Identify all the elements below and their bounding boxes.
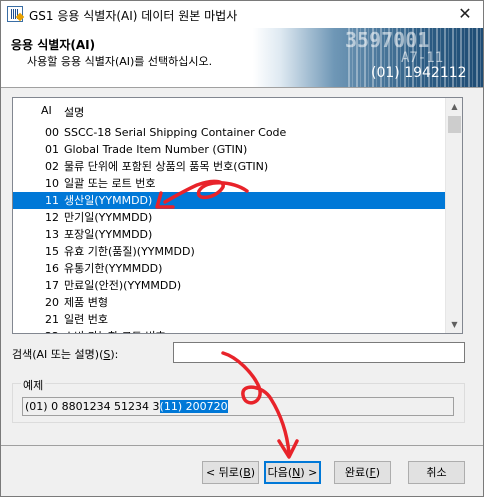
list-item-description: 물류 단위에 포함된 상품의 품목 번호(GTIN): [64, 160, 269, 173]
list-item[interactable]: 17 만료일(안전)(YYMMDD): [13, 277, 445, 294]
next-button-label: 다음(: [267, 466, 293, 479]
page-subtitle: 사용할 응용 식별자(AI)를 선택하십시오.: [27, 55, 213, 68]
example-label: 예제: [21, 377, 46, 393]
list-item[interactable]: 00 SSCC-18 Serial Shipping Container Code: [13, 124, 445, 141]
list-item-ai: 22: [45, 328, 59, 333]
search-label-text: 검색(AI 또는 설명)(: [12, 348, 104, 361]
ai-list[interactable]: AI 설명 00 SSCC-18 Serial Shipping Containe…: [12, 97, 463, 334]
cancel-button[interactable]: 취소: [408, 461, 465, 484]
list-item-ai: 16: [45, 262, 59, 275]
list-header: AI 설명: [13, 98, 445, 120]
list-item-ai: 10: [45, 177, 59, 190]
finish-button-suffix: ): [375, 466, 381, 479]
list-item-description: 포장일(YYMMDD): [64, 228, 153, 241]
header-divider: [1, 87, 483, 88]
example-field: (01) 0 8801234 51234 3(11) 200720: [22, 397, 454, 416]
vertical-scrollbar[interactable]: ▲ ▼: [445, 98, 462, 333]
scrollbar-thumb[interactable]: [448, 116, 461, 133]
list-item-ai: 12: [45, 211, 59, 224]
list-item-ai: 17: [45, 279, 59, 292]
list-item[interactable]: 11 생산일(YYMMDD): [13, 192, 445, 209]
list-item-ai: 21: [45, 313, 59, 326]
back-button-label: < 뒤로(: [205, 466, 244, 479]
barcode-app-icon: [7, 6, 23, 22]
barcode-banner-image: 3597001 A7-11 (01) 1942112: [253, 28, 483, 87]
list-item[interactable]: 21 일련 번호: [13, 311, 445, 328]
list-item[interactable]: 22 소비 가능한 코드 번호: [13, 328, 445, 333]
wizard-window: GS1 응용 식별자(AI) 데이터 원본 마법사 ✕ 응용 식별자(AI) 사…: [0, 0, 484, 497]
list-item-ai: 00: [45, 126, 59, 139]
list-item-description: 일괄 또는 로트 번호: [64, 177, 156, 190]
annotation-arrowhead-to-next: [277, 439, 299, 459]
example-highlight: (11) 200720: [159, 400, 228, 413]
list-item-description: 유효 기한(품질)(YYMMDD): [64, 245, 195, 258]
back-button[interactable]: < 뒤로(B): [202, 461, 259, 484]
list-item-ai: 13: [45, 228, 59, 241]
search-label: 검색(AI 또는 설명)(S):: [12, 346, 118, 362]
search-input[interactable]: [173, 342, 465, 363]
next-button-suffix: ) >: [300, 466, 318, 479]
page-title: 응용 식별자(AI): [11, 38, 96, 52]
column-header-description[interactable]: 설명: [64, 104, 84, 120]
scroll-down-arrow-icon[interactable]: ▼: [446, 316, 462, 333]
banner-ghost-code: A7-11: [401, 50, 444, 66]
list-item[interactable]: 10 일괄 또는 로트 번호: [13, 175, 445, 192]
list-item-description: 제품 변형: [64, 296, 108, 309]
list-item[interactable]: 16 유통기한(YYMMDD): [13, 260, 445, 277]
list-item-description: 일련 번호: [64, 313, 108, 326]
list-item[interactable]: 01 Global Trade Item Number (GTIN): [13, 141, 445, 158]
list-item-ai: 01: [45, 143, 59, 156]
list-item-ai: 02: [45, 160, 59, 173]
list-item[interactable]: 15 유효 기한(품질)(YYMMDD): [13, 243, 445, 260]
list-item[interactable]: 02 물류 단위에 포함된 상품의 품목 번호(GTIN): [13, 158, 445, 175]
banner-ghost-number: 3597001: [345, 28, 430, 52]
close-button[interactable]: ✕: [455, 4, 475, 24]
search-label-suffix: ):: [110, 348, 119, 361]
list-item[interactable]: 20 제품 변형: [13, 294, 445, 311]
list-item-ai: 15: [45, 245, 59, 258]
window-title: GS1 응용 식별자(AI) 데이터 원본 마법사: [29, 9, 238, 23]
list-item[interactable]: 13 포장일(YYMMDD): [13, 226, 445, 243]
list-item-description: SSCC-18 Serial Shipping Container Code: [64, 126, 287, 139]
title-bar: GS1 응용 식별자(AI) 데이터 원본 마법사 ✕: [1, 1, 483, 28]
list-item-description: Global Trade Item Number (GTIN): [64, 143, 248, 156]
wizard-header: 응용 식별자(AI) 사용할 응용 식별자(AI)를 선택하십시오. 35970…: [1, 28, 483, 87]
list-item-description: 소비 가능한 코드 번호: [64, 328, 166, 333]
scroll-up-arrow-icon[interactable]: ▲: [446, 98, 462, 115]
back-button-suffix: ): [250, 466, 256, 479]
list-item-description: 만기일(YYMMDD): [64, 211, 153, 224]
list-rows: 00 SSCC-18 Serial Shipping Container Code…: [13, 124, 445, 333]
list-item-description: 유통기한(YYMMDD): [64, 262, 163, 275]
column-header-ai[interactable]: AI: [41, 104, 52, 117]
back-button-key: B: [243, 466, 251, 479]
example-text: (01) 0 8801234 51234 3: [25, 400, 160, 413]
list-item-description: 생산일(YYMMDD): [64, 194, 153, 207]
footer-divider: [1, 445, 483, 446]
banner-code: (01) 1942112: [371, 65, 467, 81]
next-button[interactable]: 다음(N) >: [264, 461, 321, 484]
finish-button-label: 완료(: [344, 466, 370, 479]
list-item[interactable]: 12 만기일(YYMMDD): [13, 209, 445, 226]
list-item-ai: 20: [45, 296, 59, 309]
list-item-ai: 11: [45, 194, 59, 207]
list-item-description: 만료일(안전)(YYMMDD): [64, 279, 182, 292]
finish-button[interactable]: 완료(F): [334, 461, 391, 484]
